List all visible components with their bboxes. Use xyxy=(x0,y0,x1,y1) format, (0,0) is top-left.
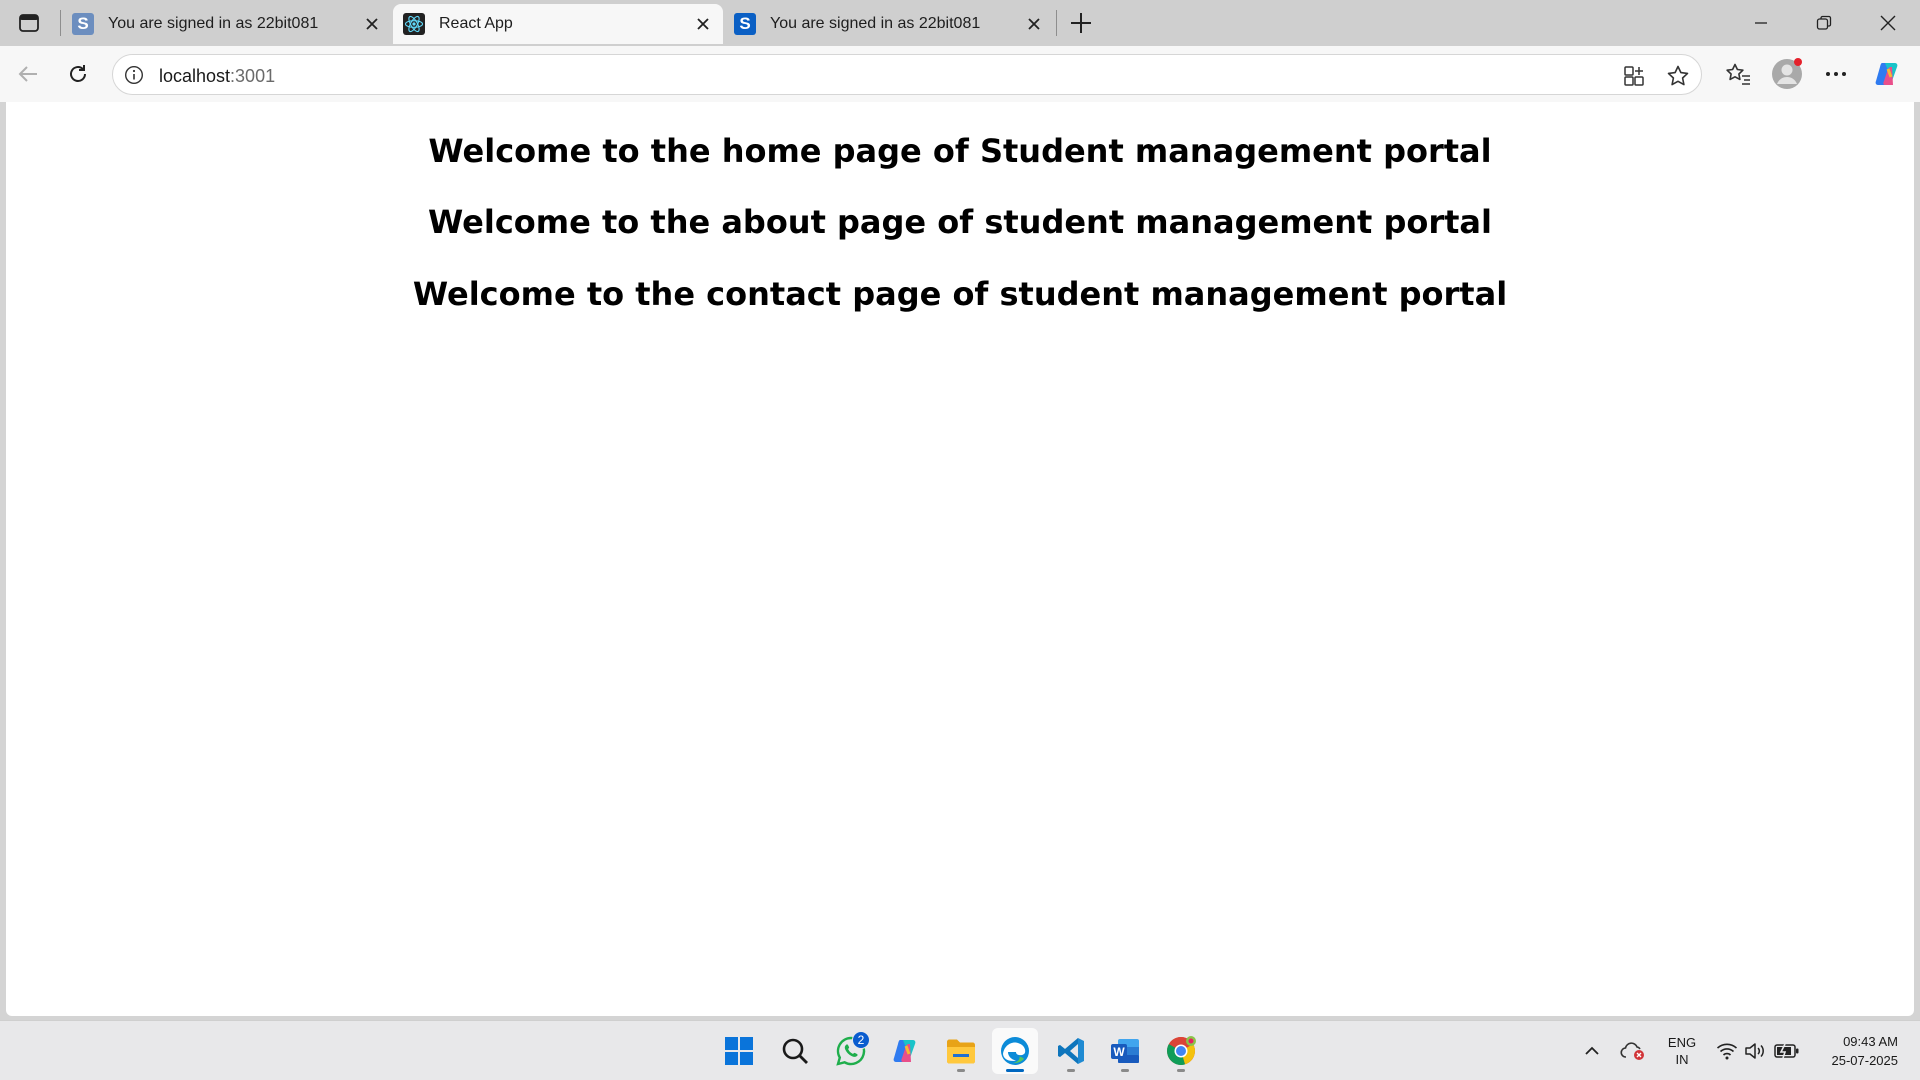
favorite-star-button[interactable] xyxy=(1665,63,1691,89)
contact-heading: Welcome to the contact page of student m… xyxy=(412,275,1508,313)
plus-icon xyxy=(1071,13,1091,33)
taskbar: 2 W ENG IN 09:43 AM 25-07-2025 xyxy=(0,1020,1920,1080)
word-button[interactable]: W xyxy=(1102,1028,1148,1074)
star-icon xyxy=(1667,65,1689,86)
tab-signed-in-2[interactable]: S You are signed in as 22bit081 xyxy=(724,4,1054,44)
tab-strip: S You are signed in as 22bit081 React Ap… xyxy=(0,0,1920,46)
clock[interactable]: 09:43 AM 25-07-2025 xyxy=(1810,1032,1899,1070)
back-button[interactable] xyxy=(12,58,44,90)
running-indicator xyxy=(1006,1069,1024,1072)
vscode-button[interactable] xyxy=(1048,1028,1094,1074)
wifi-tray-button[interactable] xyxy=(1714,1037,1740,1065)
edge-icon xyxy=(1001,1037,1029,1065)
address-bar[interactable]: localhost:3001 xyxy=(112,54,1702,95)
tab-title: React App xyxy=(439,15,513,32)
running-indicator xyxy=(957,1069,965,1072)
profile-button[interactable] xyxy=(1770,57,1804,91)
browser-toolbar: localhost:3001 xyxy=(0,46,1920,102)
react-icon xyxy=(403,13,425,35)
close-icon xyxy=(1028,18,1040,30)
app-available-button[interactable] xyxy=(1621,63,1647,89)
tab-signed-in-1[interactable]: S You are signed in as 22bit081 xyxy=(62,4,392,44)
edge-button[interactable] xyxy=(992,1028,1038,1074)
restore-icon xyxy=(1816,15,1832,30)
windows-start-icon xyxy=(725,1037,753,1065)
address-url: localhost:3001 xyxy=(159,66,275,87)
copilot-app-button[interactable] xyxy=(883,1028,929,1074)
language-code: ENG xyxy=(1667,1035,1697,1050)
notification-badge: 2 xyxy=(852,1031,870,1049)
s-logo-icon: S xyxy=(72,13,94,35)
copilot-icon xyxy=(1875,63,1898,85)
start-button[interactable] xyxy=(716,1028,762,1074)
more-icon xyxy=(1826,72,1846,76)
copilot-icon xyxy=(893,1040,916,1062)
apps-icon xyxy=(1624,66,1644,86)
tab-title: You are signed in as 22bit081 xyxy=(770,15,981,32)
reload-button[interactable] xyxy=(62,58,94,90)
copilot-button[interactable] xyxy=(1872,58,1904,90)
chrome-icon xyxy=(1167,1036,1196,1065)
back-arrow-icon xyxy=(18,66,37,82)
running-indicator xyxy=(1067,1069,1075,1072)
close-tab-button[interactable] xyxy=(693,14,713,34)
input-language-indicator[interactable]: ENG IN xyxy=(1664,1034,1700,1068)
chrome-button[interactable] xyxy=(1158,1028,1204,1074)
vscode-icon xyxy=(1058,1038,1084,1064)
restore-button[interactable] xyxy=(1804,8,1844,38)
avatar xyxy=(1772,58,1802,89)
favorites-icon xyxy=(1726,63,1750,85)
cloud-error-icon xyxy=(1620,1042,1644,1060)
volume-icon xyxy=(1745,1043,1764,1059)
close-tab-button[interactable] xyxy=(362,14,382,34)
search-button[interactable] xyxy=(772,1028,818,1074)
language-region: IN xyxy=(1675,1052,1689,1067)
onedrive-tray-button[interactable] xyxy=(1618,1037,1648,1065)
show-hidden-icons-button[interactable] xyxy=(1580,1037,1604,1065)
tab-separator xyxy=(60,10,61,36)
close-icon xyxy=(1880,15,1896,31)
running-indicator xyxy=(1121,1069,1129,1072)
close-icon xyxy=(366,18,378,30)
time: 09:43 AM xyxy=(1843,1034,1898,1049)
minimize-button[interactable] xyxy=(1741,8,1781,38)
close-tab-button[interactable] xyxy=(1024,14,1044,34)
date: 25-07-2025 xyxy=(1831,1053,1899,1068)
battery-tray-button[interactable] xyxy=(1772,1037,1802,1065)
search-icon xyxy=(782,1038,808,1064)
tab-title: You are signed in as 22bit081 xyxy=(108,15,319,32)
tab-actions-icon xyxy=(19,14,39,32)
close-icon xyxy=(697,18,709,30)
site-info-button[interactable] xyxy=(123,64,145,86)
folder-icon xyxy=(947,1039,975,1064)
chevron-up-icon xyxy=(1585,1046,1599,1055)
svg-text:W: W xyxy=(1113,1045,1125,1059)
settings-more-button[interactable] xyxy=(1820,58,1852,90)
about-heading: Welcome to the about page of student man… xyxy=(428,203,1492,241)
battery-charging-icon xyxy=(1774,1043,1799,1059)
whatsapp-button[interactable]: 2 xyxy=(828,1028,874,1074)
page-viewport: Welcome to the home page of Student mana… xyxy=(6,102,1914,1016)
favorites-button[interactable] xyxy=(1722,58,1754,90)
tab-react-app[interactable]: React App xyxy=(393,4,723,44)
tab-actions-button[interactable] xyxy=(16,10,42,36)
volume-tray-button[interactable] xyxy=(1742,1037,1768,1065)
tab-separator xyxy=(1056,10,1057,36)
url-host: localhost xyxy=(159,66,231,86)
new-tab-button[interactable] xyxy=(1068,10,1094,36)
s-logo-icon: S xyxy=(734,13,756,35)
minimize-icon xyxy=(1755,22,1767,24)
info-icon xyxy=(124,65,144,85)
word-icon: W xyxy=(1111,1039,1139,1063)
reload-icon xyxy=(70,65,86,82)
file-explorer-button[interactable] xyxy=(938,1028,984,1074)
close-window-button[interactable] xyxy=(1868,8,1908,38)
wifi-icon xyxy=(1716,1043,1738,1060)
running-indicator xyxy=(1177,1069,1185,1072)
url-port: :3001 xyxy=(230,66,276,86)
home-heading: Welcome to the home page of Student mana… xyxy=(428,132,1492,170)
